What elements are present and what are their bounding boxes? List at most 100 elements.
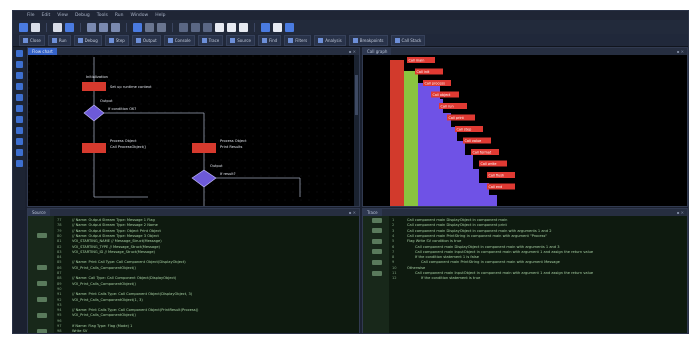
code-line[interactable]: If the condition statement 1 is false [415,255,479,259]
toolbar-button[interactable]: Source [226,34,256,46]
code-line[interactable]: Call component main DisplayObject in com… [407,229,552,233]
breakpoint-marker[interactable] [37,265,47,271]
breakpoint-marker[interactable] [37,297,47,302]
open-file-icon[interactable] [31,22,40,32]
code-line[interactable]: VOI_STARTING_NAME // Message_Struct(Mess… [72,239,162,243]
memory-icon[interactable] [15,127,23,134]
code-line[interactable]: Call component main InputObject in compo… [415,250,593,254]
code-line[interactable]: // Name: Print Call Type: Call Component… [72,260,186,264]
new-file-icon[interactable] [19,22,28,32]
toolbar-button[interactable]: Filters [284,34,312,46]
code-line[interactable]: VOI_STARTING_ID // Message_Struct(Messag… [72,250,155,254]
code-line[interactable]: // Name: Print Calls Type: Call Componen… [72,292,192,296]
code-line[interactable]: // Name: Print Calls Type: Call Componen… [72,308,198,312]
code-line[interactable]: // Name: Output Stream Type: Message 1 F… [72,218,155,222]
menu-item[interactable]: Window [130,13,148,18]
toolbar-button[interactable]: Find [258,34,282,46]
output-icon[interactable] [15,149,23,156]
toolbar-button[interactable]: Step [104,34,129,46]
menu-item[interactable]: Tools [97,13,108,18]
close-icon[interactable]: ▪ ✕ [349,49,356,54]
vertical-scrollbar[interactable] [354,55,359,206]
layout-icon[interactable] [215,22,224,32]
grid-icon[interactable] [261,22,270,32]
toolbar-button[interactable]: Analysis [314,34,346,46]
breakpoint-marker[interactable] [372,270,382,276]
step-over-icon[interactable] [191,22,200,32]
tab-trace[interactable]: Trace [363,209,382,216]
breakpoint-marker[interactable] [372,238,382,244]
code-line[interactable]: Call component main PrintString in compo… [421,260,560,264]
settings-icon[interactable] [15,160,23,167]
breakpoint-marker[interactable] [372,217,382,223]
code-line[interactable]: Flag Write SV condition is true [407,239,461,243]
breakpoint-marker[interactable] [372,228,382,234]
window-icon[interactable] [239,22,248,32]
tab-flow-chart[interactable]: Flow chart [28,48,57,55]
breakpoint-icon[interactable] [15,105,23,112]
run-icon[interactable] [133,22,142,32]
code-line[interactable]: if Name: Flag Type: Flag (Mode) 1 [72,324,132,328]
breakpoint-marker[interactable] [37,312,47,318]
close-icon[interactable]: ▪ ✕ [677,210,684,215]
code-line[interactable]: VOI_Print_Calls_ComponentObject() [72,313,136,317]
step-out-icon[interactable] [203,22,212,32]
menu-item[interactable]: Edit [42,13,51,18]
tab-call-graph[interactable]: Call graph [363,48,392,55]
code-line[interactable]: Call component main DisplayObject in com… [415,245,560,249]
watch-icon[interactable] [15,94,23,101]
graph-bar-call[interactable] [465,195,497,206]
breakpoint-marker[interactable] [372,249,382,255]
panel-icon[interactable] [227,22,236,32]
breakpoint-marker[interactable] [372,259,382,265]
code-line[interactable]: Otherwise [407,266,425,270]
code-line[interactable]: If the condition statement is true [421,276,480,280]
toolbar-button[interactable]: Console [163,34,195,46]
callstack-icon[interactable] [15,116,23,123]
save-icon[interactable] [53,22,62,32]
toolbar-button[interactable]: Debug [73,34,102,46]
chart-icon[interactable] [285,22,294,32]
stop-icon[interactable] [157,22,166,32]
menu-item[interactable]: File [27,13,35,18]
menu-item[interactable]: Run [115,13,124,18]
graph-bar-main[interactable] [390,60,404,206]
registers-icon[interactable] [15,138,23,145]
menu-item[interactable]: Debug [75,13,90,18]
toolbar-button[interactable]: Call Stack [390,34,426,46]
code-line[interactable]: Call component main PrintString in compo… [407,234,547,238]
code-line[interactable]: VOI_STARTING_TYPE // Message_Struct(Mess… [72,245,160,249]
code-line[interactable]: Call component main DisplayObject in com… [407,223,507,227]
toolbar-button[interactable]: Output [131,34,161,46]
debug-icon[interactable] [15,72,23,79]
paste-icon[interactable] [111,22,120,32]
breakpoint-marker[interactable] [37,233,47,239]
variables-icon[interactable] [15,83,23,90]
breakpoint-marker[interactable] [37,281,47,287]
toolbar-button[interactable]: Breakpoints [348,34,388,46]
code-line[interactable]: // Name: Call Type: Call Component Objec… [72,276,176,280]
menu-item[interactable]: Help [155,13,165,18]
pause-icon[interactable] [145,22,154,32]
graph-bar-init[interactable] [404,71,418,206]
toolbar-button[interactable]: Run [47,34,71,46]
code-line[interactable]: VOI_Print_Calls_ComponentObject(1, 3) [72,298,143,302]
code-line[interactable]: Write SV [72,329,87,333]
list-icon[interactable] [273,22,282,32]
breakpoint-marker[interactable] [37,328,47,333]
close-icon[interactable]: ▪ ✕ [677,49,684,54]
toolbar-button[interactable]: Trace [197,34,224,46]
tab-source[interactable]: Source [28,209,50,216]
cut-icon[interactable] [87,22,96,32]
explorer-icon[interactable] [15,50,23,57]
toolbar-button[interactable]: Close [19,34,45,46]
copy-icon[interactable] [99,22,108,32]
code-line[interactable]: // Name: Output Stream Type: Message 3 O… [72,234,159,238]
code-line[interactable]: VOI_Print_Calls_ComponentObject() [72,266,136,270]
menu-item[interactable]: View [57,13,68,18]
code-line[interactable]: VOI_Print_Calls_ComponentObject() [72,282,136,286]
step-into-icon[interactable] [179,22,188,32]
close-icon[interactable]: ▪ ✕ [349,210,356,215]
code-line[interactable]: Call component main InputObject in compo… [415,271,593,275]
save-all-icon[interactable] [65,22,74,32]
